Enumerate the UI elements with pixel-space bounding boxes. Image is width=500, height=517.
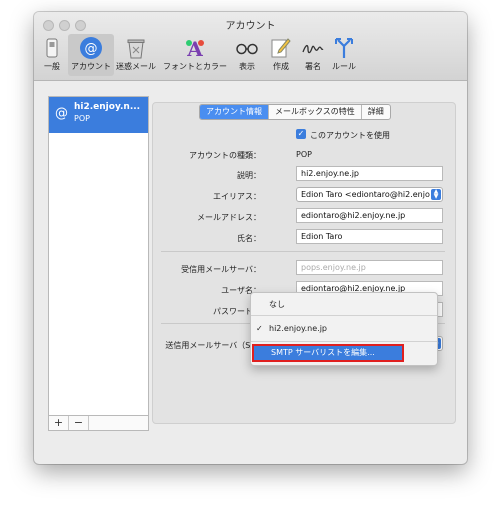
email-address-field[interactable]: ediontaro@hi2.enjoy.ne.jp: [296, 208, 443, 223]
full-name-field[interactable]: Edion Taro: [296, 229, 443, 244]
smtp-dropdown-menu: なし ✓ hi2.enjoy.ne.jp SMTP サーバリストを編集...: [250, 292, 438, 366]
rules-arrow-icon: [335, 38, 353, 58]
toolbar-signatures-label: 署名: [305, 62, 321, 71]
at-sign-icon: @: [80, 37, 102, 59]
add-account-button[interactable]: +: [49, 416, 69, 430]
incoming-server-field[interactable]: pops.enjoy.ne.jp: [296, 260, 443, 275]
toolbar-composing[interactable]: 作成: [266, 34, 296, 76]
compose-pencil-icon: [271, 38, 291, 58]
tab-advanced[interactable]: 詳細: [362, 105, 390, 119]
signature-icon: [302, 44, 324, 54]
incoming-server-label: 受信用メールサーバ：: [181, 265, 261, 274]
tab-account-info[interactable]: アカウント情報: [200, 105, 269, 119]
toolbar-accounts-label: アカウント: [71, 62, 111, 71]
tab-bar: アカウント情報 メールボックスの特性 詳細: [199, 104, 391, 120]
menu-item-label: SMTP サーバリストを編集...: [271, 348, 375, 357]
account-type-label: アカウントの種類：: [189, 151, 261, 160]
alias-label: エイリアス：: [213, 192, 261, 201]
glasses-icon: [236, 43, 258, 55]
toolbar-junk[interactable]: 迷惑メール: [115, 34, 157, 76]
toolbar-general[interactable]: 一般: [38, 34, 66, 76]
menu-item-label: なし: [269, 300, 285, 309]
checkmark-icon: ✓: [256, 324, 263, 333]
toolbar-fonts-colors-label: フォントとカラー: [163, 62, 227, 71]
remove-account-button[interactable]: −: [69, 416, 89, 430]
account-name: hi2.enjoy.n...: [74, 102, 141, 112]
menu-item-label: hi2.enjoy.ne.jp: [269, 324, 328, 333]
at-sign-icon: @: [55, 106, 68, 121]
menu-divider: [251, 341, 437, 342]
toolbar-accounts[interactable]: @ アカウント: [68, 34, 114, 76]
account-type: POP: [74, 114, 90, 123]
junk-trash-icon: [127, 39, 145, 59]
description-label: 説明：: [237, 171, 261, 180]
window-title: アカウント: [225, 21, 276, 32]
full-name-label: 氏名：: [237, 234, 261, 243]
toolbar-viewing-label: 表示: [239, 62, 255, 71]
chevron-updown-icon: ▲▼: [431, 189, 441, 200]
toolbar-composing-label: 作成: [273, 62, 289, 71]
toolbar-signatures[interactable]: 署名: [298, 34, 328, 76]
tab-mailbox-behaviors[interactable]: メールボックスの特性: [269, 105, 362, 119]
general-switch-icon: [46, 38, 58, 58]
alias-select[interactable]: Edion Taro <ediontaro@hi2.enjo ▲ ▼: [296, 187, 443, 202]
toolbar-fonts-colors[interactable]: A フォントとカラー: [162, 34, 228, 76]
account-list-controls: + −: [48, 416, 149, 431]
accounts-pane: @ hi2.enjoy.n... POP + − アカウント情報 メールボックス…: [34, 81, 467, 464]
toolbar-rules[interactable]: ルール: [329, 34, 359, 76]
menu-item-edit-server-list[interactable]: SMTP サーバリストを編集...: [252, 344, 404, 362]
enable-account-label: このアカウントを使用: [310, 131, 390, 140]
enable-account-checkbox[interactable]: ✓: [296, 129, 306, 139]
toolbar-viewing[interactable]: 表示: [232, 34, 262, 76]
toolbar-rules-label: ルール: [332, 62, 356, 71]
menu-divider: [251, 315, 437, 316]
svg-text:@: @: [85, 42, 98, 57]
toolbar-general-label: 一般: [44, 62, 60, 71]
font-color-icon: A: [186, 37, 204, 60]
description-field[interactable]: hi2.enjoy.ne.jp: [296, 166, 443, 181]
alias-select-value: Edion Taro <ediontaro@hi2.enjo: [301, 190, 430, 199]
email-address-label: メールアドレス：: [197, 213, 261, 222]
menu-item-server[interactable]: ✓ hi2.enjoy.ne.jp: [251, 321, 437, 337]
menu-item-none[interactable]: なし: [251, 297, 437, 313]
list-item[interactable]: @ hi2.enjoy.n... POP: [49, 97, 148, 133]
toolbar-junk-label: 迷惑メール: [116, 62, 156, 71]
divider: [161, 251, 445, 252]
toolbar: アカウント 一般 @ アカウント 迷惑メール A フォントとカラー 表示 作成 …: [34, 12, 467, 81]
preferences-window: アカウント 一般 @ アカウント 迷惑メール A フォントとカラー 表示 作成 …: [34, 12, 467, 464]
account-list: @ hi2.enjoy.n... POP: [48, 96, 149, 416]
account-type-value: POP: [296, 150, 312, 159]
